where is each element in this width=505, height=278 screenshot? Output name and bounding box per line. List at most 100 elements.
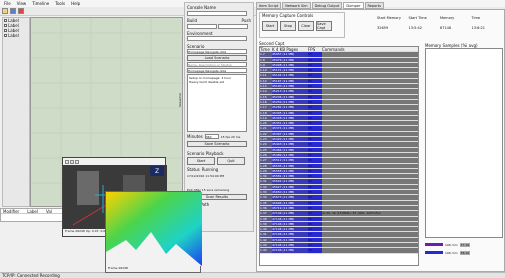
table-cell: 47146 (11 MB) [272, 221, 308, 227]
checkbox-icon[interactable] [4, 19, 7, 22]
table-cell: 1.38 [260, 216, 272, 221]
table-cell: 1.15 [260, 94, 272, 99]
option-row[interactable]: Label [3, 33, 29, 38]
tab-network-sim[interactable]: Network Sim [282, 2, 311, 9]
menu-tools[interactable]: Tools [55, 1, 65, 6]
table-header: Val [45, 209, 52, 214]
tab-dumper[interactable]: Dumper [343, 2, 364, 9]
quit-button[interactable]: Quit [217, 157, 245, 165]
table-cell: 45489 (11 MB) [272, 152, 308, 158]
table-cell: 15 [308, 163, 322, 168]
save-capture-button[interactable]: Save Capt [316, 21, 332, 31]
tab-bar: Item Script Network Sim Debug Output Dum… [256, 2, 505, 9]
table-cell: 45057 (11 MB) [272, 52, 308, 57]
memory-bar-value: 37.16 [459, 242, 471, 247]
table-cell: 45719 (11 MB) [272, 205, 308, 211]
table-cell: 1.13 [260, 84, 272, 89]
camera-icon[interactable] [65, 159, 69, 164]
table-cell: 15 [308, 242, 322, 248]
notes-textarea[interactable]: Setup on homepage: 4 hour Heavy build di… [187, 74, 247, 132]
status-text: TCP/IP: Connected Recording [2, 273, 60, 278]
tab-debug-output[interactable]: Debug Output [311, 2, 343, 9]
tab-reports[interactable]: Reports [364, 2, 384, 9]
menu-view[interactable]: View [17, 1, 27, 6]
checkbox-icon[interactable] [4, 24, 7, 27]
table-cell: 1.34 [260, 195, 272, 200]
menu-file[interactable]: File [4, 1, 11, 6]
tab-item-script[interactable]: Item Script [256, 2, 282, 9]
table-cell: 15 [308, 105, 322, 110]
table-cell [322, 242, 418, 248]
table-cell [322, 152, 418, 158]
table-cell [322, 68, 418, 73]
table-cell: 15 [308, 99, 322, 105]
save-scenario-button[interactable]: Save Scenario [187, 141, 247, 147]
status-label: Status [187, 167, 200, 172]
table-cell: 1.9 [260, 62, 272, 68]
capture-clear-button[interactable]: Clear [298, 21, 314, 31]
start-button[interactable]: Start [187, 157, 215, 165]
table-cell: 45213 (11 MB) [272, 89, 308, 94]
push-input[interactable] [218, 24, 248, 29]
z-axis-icon: Z [150, 166, 164, 176]
table-cell [322, 200, 418, 205]
table-cell: 45282 (11 MB) [272, 105, 308, 110]
table-cell [322, 179, 418, 184]
memory-value: 87146 [440, 26, 452, 30]
table-cell: 1.20 [260, 121, 272, 126]
build-label: Build [187, 18, 198, 23]
scenario-select[interactable]: Homepage Navigate.dots [187, 49, 247, 54]
depth-viewer-window[interactable]: Frame 26248 [105, 191, 202, 273]
console-name-input[interactable] [187, 11, 247, 16]
minutes-input[interactable]: 360 [204, 134, 219, 139]
start-memory-value: 32659 [377, 26, 389, 30]
table-cell: 1.14 [260, 89, 272, 94]
table-cell [322, 121, 418, 126]
table-cell [322, 62, 418, 68]
table-cell [322, 232, 418, 237]
menu-timeline[interactable]: Timeline [32, 1, 49, 6]
save-icon[interactable] [10, 8, 16, 14]
description-value[interactable]: Homepage Navigate.dots [187, 68, 247, 73]
description-input[interactable]: Name, Description or Startup [187, 62, 247, 67]
build-input[interactable] [187, 24, 217, 29]
table-cell: 47146 (11 MB) [272, 211, 308, 216]
depth-view [106, 192, 202, 266]
environment-input[interactable] [187, 36, 247, 41]
capture-start-button[interactable]: Start [262, 21, 278, 31]
table-cell: 45558 (11 MB) [272, 168, 308, 174]
table-cell: 1.39 [260, 221, 272, 227]
table-cell: 15 [308, 184, 322, 190]
checkbox-icon[interactable] [4, 34, 7, 37]
table-cell: 15 [308, 174, 322, 179]
table-header: Time [260, 47, 270, 52]
table-cell: 47146 (11 MB) [272, 248, 308, 253]
record-icon[interactable] [18, 8, 24, 14]
table-cell: 15 [308, 216, 322, 221]
checkbox-icon[interactable] [4, 29, 7, 32]
open-folder-icon[interactable] [2, 8, 8, 14]
table-cell: 45420 (11 MB) [272, 137, 308, 142]
table-cell: 45535 (11 MB) [272, 163, 308, 168]
memory-summary: Start Memory Start Time Memory Time 3265… [377, 16, 503, 36]
table-cell: 47146 (11 MB) [272, 242, 308, 248]
table-cell: 15 [308, 52, 322, 57]
table-cell: 15 [308, 94, 322, 99]
capture-stop-button[interactable]: Stop [280, 21, 296, 31]
table-cell: 15 [308, 205, 322, 211]
playback-title: Scenario Playback [187, 151, 224, 156]
table-row[interactable]: 1.44 47146 (11 MB) 15 [260, 248, 418, 254]
table-cell: 1.23 [260, 137, 272, 142]
table-cell: 1.41 [260, 232, 272, 237]
console-header: Console Name Build Push Environment Scen… [185, 3, 253, 209]
time-value: 13:6:21 [471, 26, 486, 30]
table-cell: 1.35 [260, 200, 272, 205]
load-scenario-button[interactable]: Load Scenario [187, 55, 247, 61]
zoom-icon[interactable] [70, 159, 74, 164]
table-cell: 45144 (11 MB) [272, 73, 308, 78]
capture-table[interactable]: Time K 4 KB Pages FPS Commands 1.7 45057 … [259, 46, 419, 266]
table-cell: 15 [308, 121, 322, 126]
table-cell: 15 [308, 248, 322, 253]
grid-icon[interactable] [75, 159, 79, 164]
menu-help[interactable]: Help [71, 1, 80, 6]
